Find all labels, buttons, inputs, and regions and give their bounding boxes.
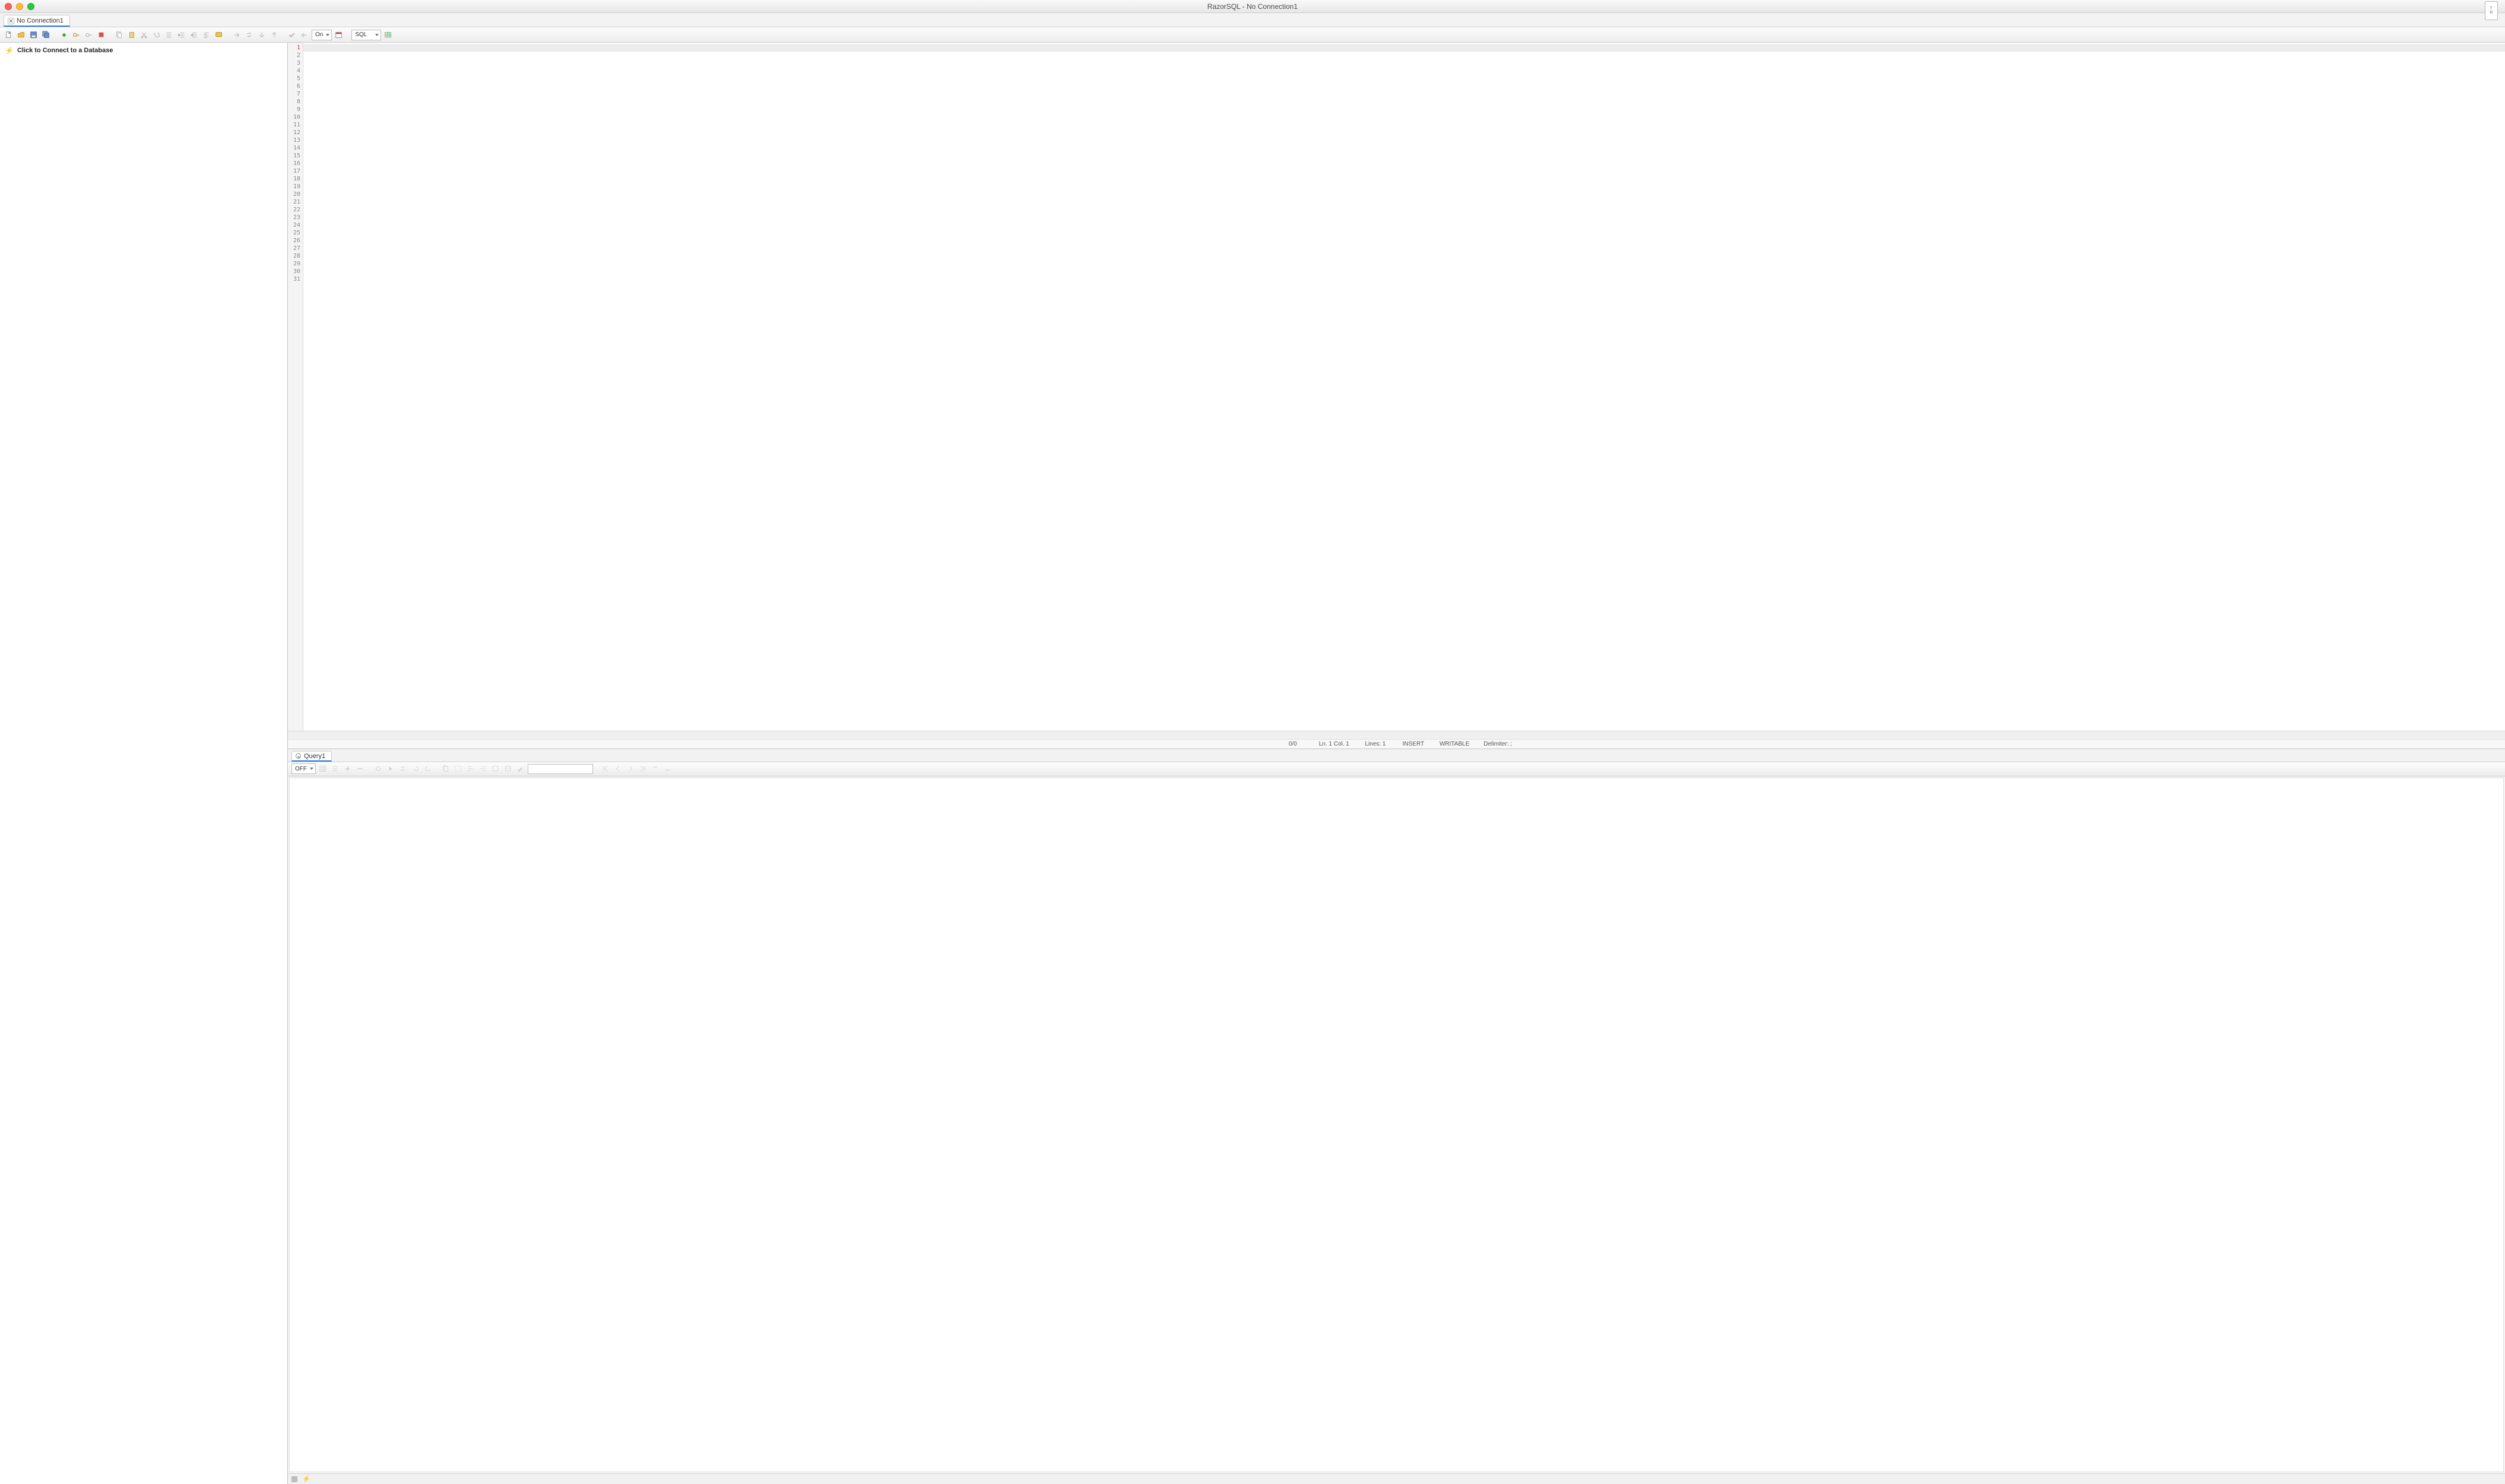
traffic-lights [5,3,34,10]
main-toolbar: On SQL [0,27,2505,43]
connection-tab-label: No Connection1 [17,17,64,24]
results-copy-icon[interactable] [440,763,451,774]
autocommit-dropdown[interactable]: On [312,30,332,40]
open-file-icon[interactable] [16,30,27,40]
results-list-icon[interactable] [330,763,341,774]
query-tab-active[interactable]: Query1 [291,751,332,762]
results-redo-icon[interactable] [423,763,433,774]
undo-icon[interactable] [151,30,162,40]
calendar-icon[interactable] [334,30,344,40]
zoom-window-button[interactable] [27,3,34,10]
connection-tabs: ✕ No Connection1 [0,13,2505,27]
stop-icon[interactable] [96,30,107,40]
save-all-icon[interactable] [41,30,52,40]
arrow-up-icon[interactable] [269,30,280,40]
status-line-col: Ln. 1 Col. 1 [1319,741,1349,747]
indent-right-icon[interactable] [176,30,187,40]
trial-badge[interactable]: TR [2485,1,2498,20]
new-file-icon[interactable] [4,30,14,40]
connect-icon[interactable] [59,30,69,40]
footer-bolt-icon: ⚡ [302,1475,310,1483]
arrow-down-icon[interactable] [256,30,267,40]
editor-horizontal-scrollbar[interactable] [288,731,2505,739]
results-footer: ⚡ [288,1473,2505,1484]
autorefresh-dropdown[interactable]: OFF [291,763,316,774]
nav-next-icon[interactable] [625,763,636,774]
results-pane: Query1 OFF [288,749,2505,1484]
indent-left-icon[interactable] [164,30,175,40]
minimize-window-button[interactable] [16,3,23,10]
results-add-icon[interactable] [343,763,353,774]
connection-tab-active[interactable]: ✕ No Connection1 [4,15,70,27]
nav-more1-icon[interactable] [650,763,661,774]
query-tab-label: Query1 [304,753,325,760]
outdent-icon[interactable] [189,30,199,40]
nav-prev-icon[interactable] [613,763,623,774]
close-window-button[interactable] [5,3,12,10]
close-tab-icon[interactable]: ✕ [8,18,14,24]
status-position: 0/0 [1281,741,1305,747]
query-tabs: Query1 [288,749,2505,762]
editor-status-bar: 0/0 Ln. 1 Col. 1 Lines: 1 INSERT WRITABL… [288,739,2505,749]
footer-status-icon [291,1476,297,1482]
connect-to-database-link[interactable]: ⚡ Click to Connect to a Database [5,46,283,55]
results-export1-icon[interactable] [490,763,501,774]
key-icon[interactable] [71,30,82,40]
status-insert-mode: INSERT [1401,741,1425,747]
language-dropdown[interactable]: SQL [351,30,381,40]
results-export2-icon[interactable] [503,763,513,774]
format-icon[interactable] [201,30,212,40]
results-align-right-icon[interactable] [478,763,489,774]
results-swap-icon[interactable] [398,763,408,774]
sql-editor-pane: 1234567891011121314151617181920212223242… [288,43,2505,749]
sql-editor-textarea[interactable] [303,43,2505,731]
window-title: RazorSQL - No Connection1 [1207,2,1298,11]
comment-icon[interactable] [214,30,224,40]
results-align-left-icon[interactable] [465,763,476,774]
cut-icon[interactable] [139,30,150,40]
nav-more2-icon[interactable] [662,763,673,774]
results-undo-icon[interactable] [410,763,421,774]
status-lines: Lines: 1 [1364,741,1387,747]
swap-icon[interactable] [244,30,255,40]
paste-icon[interactable] [126,30,137,40]
status-delimiter: Delimiter: ; [1483,741,1512,747]
line-number-gutter: 1234567891011121314151617181920212223242… [288,43,303,731]
results-remove-icon[interactable] [355,763,366,774]
results-toolbar: OFF [288,762,2505,776]
results-edit-icon[interactable] [515,763,526,774]
results-grid-icon[interactable] [318,763,328,774]
window-titlebar: RazorSQL - No Connection1 TR [0,0,2505,13]
save-icon[interactable] [28,30,39,40]
back-icon[interactable] [299,30,310,40]
results-grid[interactable] [289,778,2504,1472]
results-select-all-icon[interactable] [453,763,464,774]
clock-icon [296,753,301,759]
results-refresh-icon[interactable] [373,763,383,774]
arrow-forward-icon[interactable] [232,30,242,40]
nav-first-icon[interactable] [600,763,611,774]
copy-icon[interactable] [114,30,125,40]
database-sidebar: ⚡ Click to Connect to a Database [0,43,288,1484]
plug-icon: ⚡ [5,46,14,55]
nav-last-icon[interactable] [638,763,648,774]
key2-icon[interactable] [84,30,94,40]
check-icon[interactable] [287,30,297,40]
status-writable: WRITABLE [1439,741,1469,747]
connect-link-label: Click to Connect to a Database [17,47,113,54]
table-icon[interactable] [383,30,394,40]
results-rerun-icon[interactable] [385,763,396,774]
results-filter-input[interactable] [528,764,593,774]
